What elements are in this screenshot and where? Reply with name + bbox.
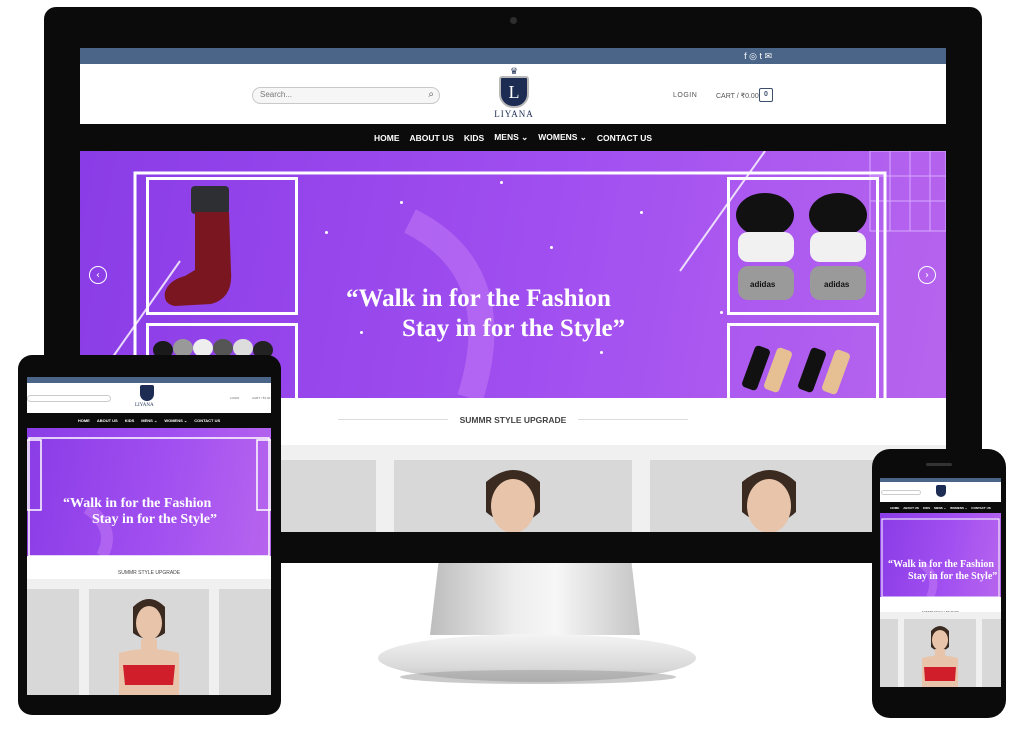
slider-prev-button[interactable]: ‹ [89,266,107,284]
slider-next-button[interactable]: › [918,266,936,284]
tablet-section-title: SUMMR STYLE UPGRADE [117,570,181,576]
phone-logo-shield-icon[interactable] [936,485,946,497]
phone-product-card[interactable] [982,619,1001,687]
tablet-screen: LIYANA LOGIN CART / ₹0.00 HOME ABOUT US … [27,377,271,695]
nav-mens[interactable]: MENS ⌄ [494,132,528,143]
adidas-label-2: adidas [824,280,850,289]
phone-model-image [922,626,958,687]
phone-nav-contact-us[interactable]: CONTACT US [971,506,990,510]
nav-kids[interactable]: KIDS [464,133,484,143]
model-image [742,470,796,532]
phone-nav-home[interactable]: HOME [890,506,899,510]
logo-letter: L [508,82,520,102]
section-divider-left [338,419,448,420]
sparkle [600,351,603,354]
tablet-section-title-bar: SUMMR STYLE UPGRADE [27,561,271,576]
tablet-product-card[interactable] [89,589,209,695]
phone-nav-about-us[interactable]: ABOUT US [903,506,919,510]
cart-link[interactable]: CART / ₹0.00 [716,92,759,100]
tablet-nav-about-us[interactable]: ABOUT US [97,418,118,423]
sock-image [164,186,232,306]
phone-hero-quote-line-2: Stay in for the Style” [908,571,998,582]
nav-womens[interactable]: WOMENS ⌄ [538,132,587,143]
tablet-nav-home[interactable]: HOME [78,418,90,423]
ankle-socks-image [742,345,850,395]
phone-nav-mens[interactable]: MENS ⌄ [934,506,946,510]
social-icons[interactable]: f ◎ t ✉ [744,51,772,61]
phone-speaker [926,463,952,466]
phone-product-card[interactable] [880,619,898,687]
phone-screen: HOME ABOUT US KIDS MENS ⌄ WOMENS ⌄ CONTA… [880,478,1001,687]
tablet-product-card[interactable] [27,589,79,695]
sparkle [550,246,553,249]
tablet-nav-womens[interactable]: WOMENS ⌄ [164,418,187,423]
nav-contact-us[interactable]: CONTACT US [597,133,652,143]
phone-hero-quote-line-1: “Walk in for the Fashion [888,559,994,570]
tablet-hero-decoration [27,437,271,556]
model-image [486,470,540,532]
sparkle [640,211,643,214]
cart-count-badge[interactable]: 0 [759,88,773,102]
product-card[interactable] [650,460,888,532]
tablet-nav: HOME ABOUT US KIDS MENS ⌄ WOMENS ⌄ CONTA… [27,413,271,428]
logo-crown-icon: ♛ [509,66,519,76]
adidas-label: adidas [750,280,776,289]
desktop-topbar: f ◎ t ✉ [80,48,946,64]
cart-count: 0 [764,91,768,98]
hero-panel-socks [146,177,298,315]
tablet-brand-name: LIYANA [135,403,154,408]
tablet-nav-kids[interactable]: KIDS [125,418,135,423]
tablet-hero-quote-line-1: “Walk in for the Fashion [63,496,212,511]
sparkle [720,311,723,314]
brand-name: LIYANA [494,109,534,119]
phone-nav-womens[interactable]: WOMENS ⌄ [950,506,967,510]
phone-nav-kids[interactable]: KIDS [923,506,930,510]
sparkle [360,331,363,334]
tablet-logo-shield-icon[interactable] [140,385,154,401]
hero-quote-line-1: “Walk in for the Fashion [346,285,611,312]
tablet-hero[interactable]: “Walk in for the Fashion Stay in for the… [27,428,271,556]
sparkle [500,181,503,184]
site-logo[interactable]: ♛ L LIYANA [485,67,543,123]
nav-home[interactable]: HOME [374,133,400,143]
tablet-hero-quote-line-2: Stay in for the Style” [92,512,217,527]
desktop-header: Search... ⌕ ♛ L LIYANA LOGIN CART / ₹0.0… [80,64,946,124]
desktop-nav: HOME ABOUT US KIDS MENS ⌄ WOMENS ⌄ CONTA… [80,124,946,151]
phone-search-input[interactable] [881,490,921,495]
device-mockup-stage: f ◎ t ✉ Search... ⌕ ♛ L LIYANA LOGIN CAR… [0,0,1024,745]
monitor-neck [430,563,640,635]
phone-hero-decoration [881,518,1000,597]
tablet-header: LIYANA LOGIN CART / ₹0.00 [27,383,271,413]
sparkle [325,231,328,234]
tablet-cart-link[interactable]: CART / ₹0.00 [252,396,270,400]
phone-nav: HOME ABOUT US KIDS MENS ⌄ WOMENS ⌄ CONTA… [880,502,1001,513]
hero-panel-adidas-socks: adidas adidas [727,177,879,315]
monitor-base-shadow [400,670,676,684]
nav-about-us[interactable]: ABOUT US [409,133,453,143]
search-input[interactable]: Search... ⌕ [252,87,440,104]
adidas-socks-image [736,193,867,300]
sparkle [400,201,403,204]
section-title: SUMMR STYLE UPGRADE [459,415,567,425]
logo-shield-icon: L [499,76,529,108]
search-placeholder: Search... [260,90,293,99]
section-divider-right [578,419,688,420]
tablet-product-card[interactable] [219,589,271,695]
phone-header [880,482,1001,502]
hero-panel-ankle-socks [727,323,879,398]
login-link[interactable]: LOGIN [673,92,697,99]
phone-section-title-bar: SUMMR STYLE UPGRADE [880,600,1001,614]
product-card[interactable] [394,460,632,532]
tablet-nav-mens[interactable]: MENS ⌄ [141,418,157,423]
phone-hero[interactable]: “Walk in for the Fashion Stay in for the… [880,513,1001,597]
search-icon[interactable]: ⌕ [428,89,434,100]
tablet-search-input[interactable] [27,395,111,402]
monitor-camera [510,17,517,24]
hero-quote-line-2: Stay in for the Style” [402,315,626,342]
phone-product-card[interactable] [904,619,976,687]
tablet-model-image [119,599,179,695]
tablet-nav-contact-us[interactable]: CONTACT US [194,418,220,423]
tablet-login-link[interactable]: LOGIN [230,396,239,400]
